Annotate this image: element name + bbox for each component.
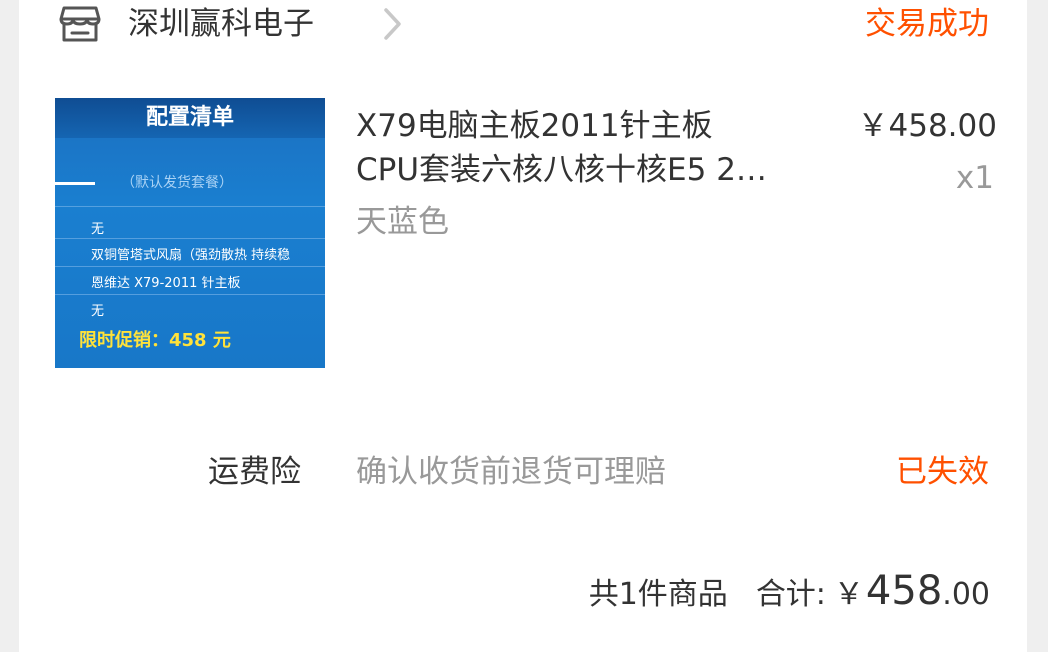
thumbnail-row: 双铜管塔式风扇（强劲散热 持续稳	[91, 248, 291, 263]
product-quantity: x1	[955, 160, 994, 196]
thumbnail-divider	[55, 266, 325, 267]
thumbnail-row: 无	[91, 304, 105, 319]
product-variant: 天蓝色	[356, 204, 449, 240]
order-card: 深圳赢科电子 交易成功 配置清单 （默认发货套餐） 无 双铜管塔式风扇（强劲散热…	[19, 0, 1027, 652]
product-title-line2: CPU套装六核八核十核E5 2…	[356, 152, 767, 188]
thumbnail-divider	[55, 238, 325, 239]
thumbnail-promo: 限时促销：458 元	[79, 330, 231, 351]
total-currency: ￥	[833, 577, 864, 612]
product-price: ￥458.00	[857, 108, 997, 144]
shipping-insurance-description: 确认收货前退货可理赔	[356, 454, 666, 490]
total-label: 合计:	[755, 577, 826, 612]
store-icon[interactable]	[58, 4, 102, 44]
store-name[interactable]: 深圳赢科电子	[128, 4, 314, 44]
thumbnail-divider	[55, 206, 325, 207]
total-amount-integer: 458	[865, 568, 943, 614]
thumbnail-row: 无	[91, 222, 105, 237]
chevron-right-icon[interactable]	[379, 6, 405, 42]
thumbnail-divider	[55, 294, 325, 295]
thumbnail-row: 恩维达 X79-2011 针主板	[91, 276, 241, 291]
thumbnail-title: 配置清单	[145, 105, 234, 130]
product-thumbnail[interactable]: 配置清单 （默认发货套餐） 无 双铜管塔式风扇（强劲散热 持续稳 恩维达 X79…	[55, 98, 325, 368]
product-title[interactable]: X79电脑主板2011针主板 CPU套装六核八核十核E5 2…	[356, 104, 816, 192]
product-title-line1: X79电脑主板2011针主板	[356, 108, 713, 144]
order-status: 交易成功	[865, 6, 989, 42]
thumbnail-row-marker	[55, 182, 95, 185]
shipping-insurance-label: 运费险	[208, 454, 301, 490]
order-summary: 共1件商品 合计: ￥ 458 .00	[589, 568, 990, 624]
thumbnail-subtitle: （默认发货套餐）	[121, 175, 233, 191]
total-amount-decimal: .00	[942, 577, 990, 612]
item-count: 共1件商品	[588, 577, 728, 612]
shipping-insurance-status: 已失效	[896, 454, 989, 490]
